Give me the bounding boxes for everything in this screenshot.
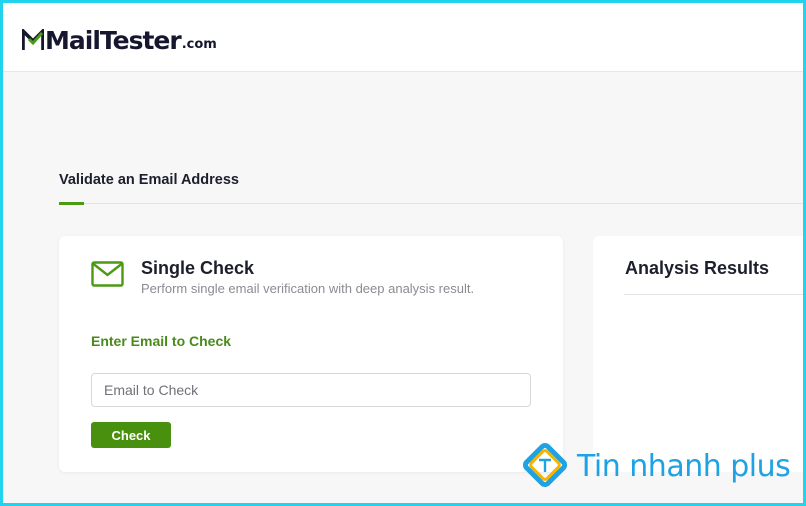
analysis-results-title: Analysis Results <box>625 258 770 278</box>
logo-main-text: MailTester <box>45 26 182 55</box>
email-field-label: Enter Email to Check <box>91 333 232 349</box>
watermark-logo-icon <box>522 442 568 488</box>
tab-validate-email-label: Validate an Email Address <box>59 172 239 188</box>
mail-icon <box>91 261 124 287</box>
analysis-results-card: Analysis Results <box>593 236 806 472</box>
single-check-title: Single Check <box>141 258 255 278</box>
check-button[interactable]: Check <box>91 422 171 448</box>
tin-nhanh-plus-watermark: Tin nhanh plus <box>521 442 791 490</box>
active-tab-indicator <box>59 202 84 205</box>
logo-suffix-text: .com <box>181 37 217 52</box>
logo-m-icon <box>22 29 44 50</box>
top-header: MailTester .com <box>3 3 803 72</box>
single-check-subtitle: Perform single email verification with d… <box>141 281 475 296</box>
watermark-text: Tin nhanh plus <box>577 448 791 484</box>
analysis-results-divider <box>624 294 806 295</box>
tab-validate-email[interactable]: Validate an Email Address <box>59 170 239 203</box>
mailtester-logo[interactable]: MailTester .com <box>22 23 217 55</box>
email-input[interactable] <box>91 373 531 407</box>
validation-tabs: Validate an Email Address <box>59 170 804 205</box>
single-check-card: Single Check Perform single email verifi… <box>59 236 563 472</box>
